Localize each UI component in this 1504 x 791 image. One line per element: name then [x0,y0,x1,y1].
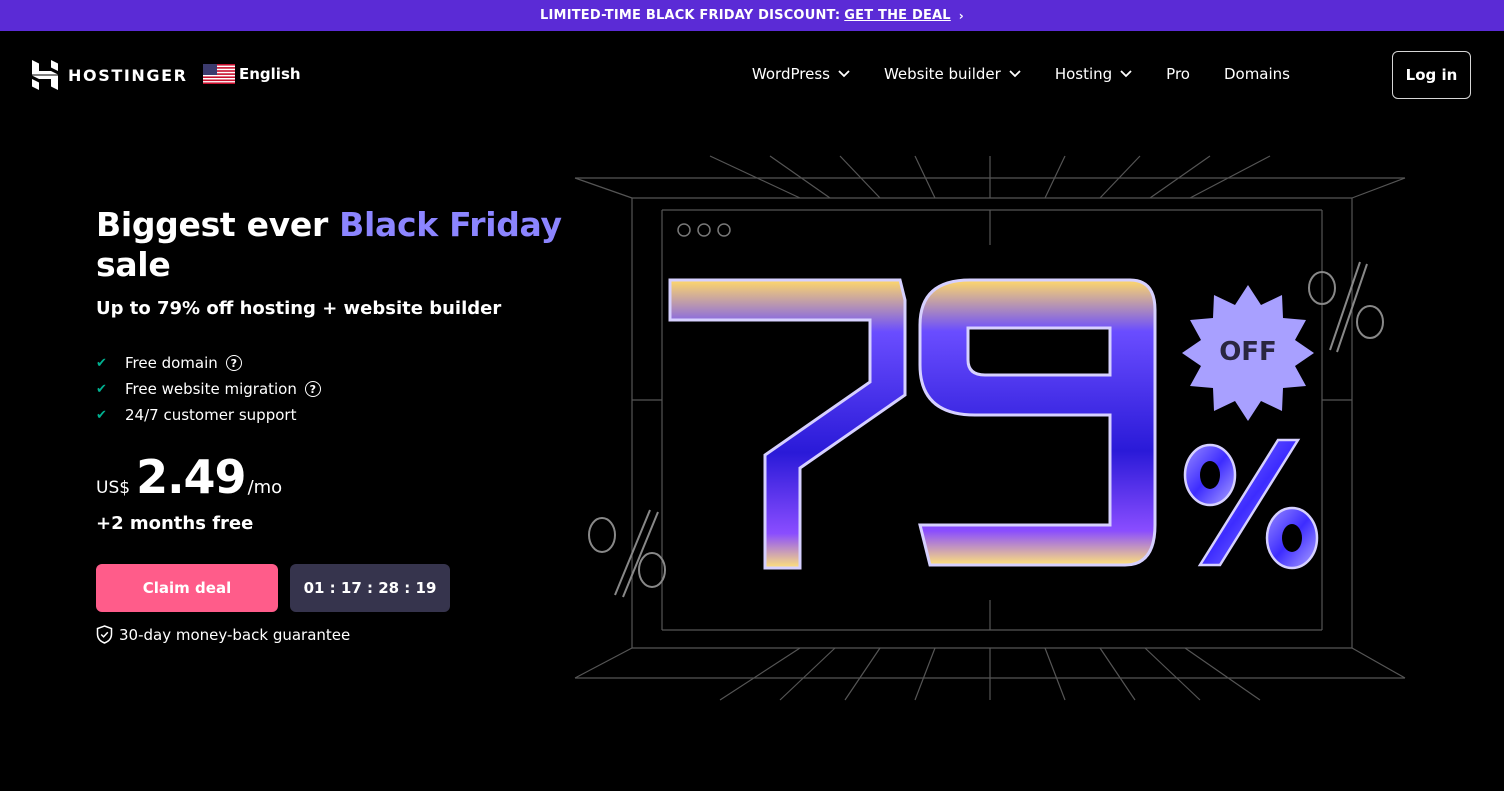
window-dots-icon [677,223,731,237]
help-icon[interactable]: ? [225,355,242,371]
nav-item-hosting[interactable]: Hosting [1055,65,1132,83]
language-selector[interactable]: English [203,64,301,84]
brand-logo[interactable]: HOSTINGER [32,60,188,90]
language-label: English [239,65,301,83]
feature-item: ✔ 24/7 customer support [96,402,321,428]
site-header: HOSTINGER English WordPress Website buil… [0,31,1504,119]
help-icon[interactable]: ? [304,381,321,397]
feature-item: ✔ Free domain ? [96,350,321,376]
bonus-text: +2 months free [96,513,254,534]
nav-label: Domains [1223,65,1290,83]
nav-item-wordpress[interactable]: WordPress [752,65,850,83]
seven-digit [668,278,907,570]
price-amount: 2.49 [136,450,246,504]
feature-label: Free website migration [125,380,297,398]
nav-label: WordPress [751,65,830,83]
chevron-down-icon [1009,70,1021,78]
hero-artwork: OFF [570,150,1420,705]
price-display: US$ 2.49 /mo [96,450,282,504]
nav-label: Hosting [1054,65,1113,83]
hero-subheading: Up to 79% off hosting + website builder [96,298,502,319]
shield-check-icon [96,625,113,644]
feature-item: ✔ Free website migration ? [96,376,321,402]
check-icon: ✔ [96,407,107,423]
us-flag-icon [203,64,235,84]
nav-item-website-builder[interactable]: Website builder [884,65,1021,83]
countdown-timer: 01 : 17 : 28 : 19 [290,564,450,612]
chevron-right-icon[interactable]: › [959,9,964,23]
wireframe-grid [574,155,1406,701]
headline-accent: Black Friday [339,205,562,244]
off-label: OFF [1219,337,1277,367]
discount-illustration: OFF [574,155,1406,701]
nav-item-domains[interactable]: Domains [1224,65,1290,83]
get-the-deal-link[interactable]: GET THE DEAL [844,8,951,23]
price-currency: US$ [96,478,131,498]
feature-list: ✔ Free domain ? ✔ Free website migration… [96,350,321,428]
nav-label: Pro [1166,65,1190,83]
nine-digit [918,278,1157,567]
nav-item-pro[interactable]: Pro [1166,65,1190,83]
off-badge: OFF [1182,285,1314,421]
money-back-guarantee: 30-day money-back guarantee [96,625,350,644]
hero-headline: Biggest ever Black Friday sale [96,205,566,285]
promo-text: LIMITED-TIME BLACK FRIDAY DISCOUNT: [540,8,841,23]
headline-part1: Biggest ever [96,205,328,244]
check-icon: ✔ [96,381,107,397]
headline-part2: sale [96,245,171,284]
price-period: /mo [247,477,283,498]
login-button[interactable]: Log in [1392,51,1471,99]
check-icon: ✔ [96,355,107,371]
claim-deal-button[interactable]: Claim deal [96,564,278,612]
hostinger-logo-icon [32,60,58,90]
chevron-down-icon [838,70,850,78]
feature-label: 24/7 customer support [125,406,297,424]
feature-label: Free domain [125,354,218,372]
promo-banner: LIMITED-TIME BLACK FRIDAY DISCOUNT: GET … [0,0,1504,31]
nav-label: Website builder [883,65,1001,83]
chevron-down-icon [1120,70,1132,78]
main-nav: WordPress Website builder Hosting Pro Do… [718,65,1290,83]
guarantee-label: 30-day money-back guarantee [119,625,351,644]
brand-name: HOSTINGER [68,65,188,85]
